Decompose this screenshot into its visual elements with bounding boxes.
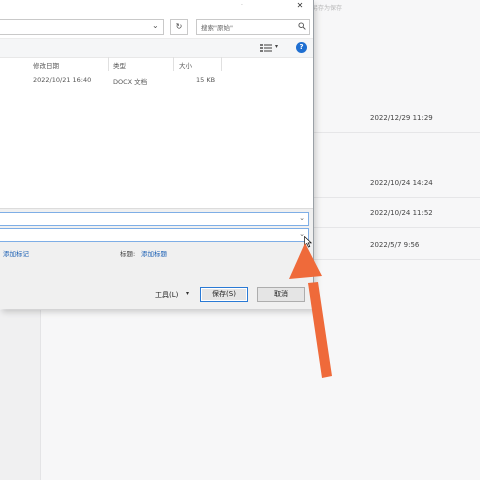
annotation-arrow-icon: [289, 243, 332, 378]
arrow-head: [289, 243, 322, 279]
arrow-shaft: [308, 282, 332, 378]
